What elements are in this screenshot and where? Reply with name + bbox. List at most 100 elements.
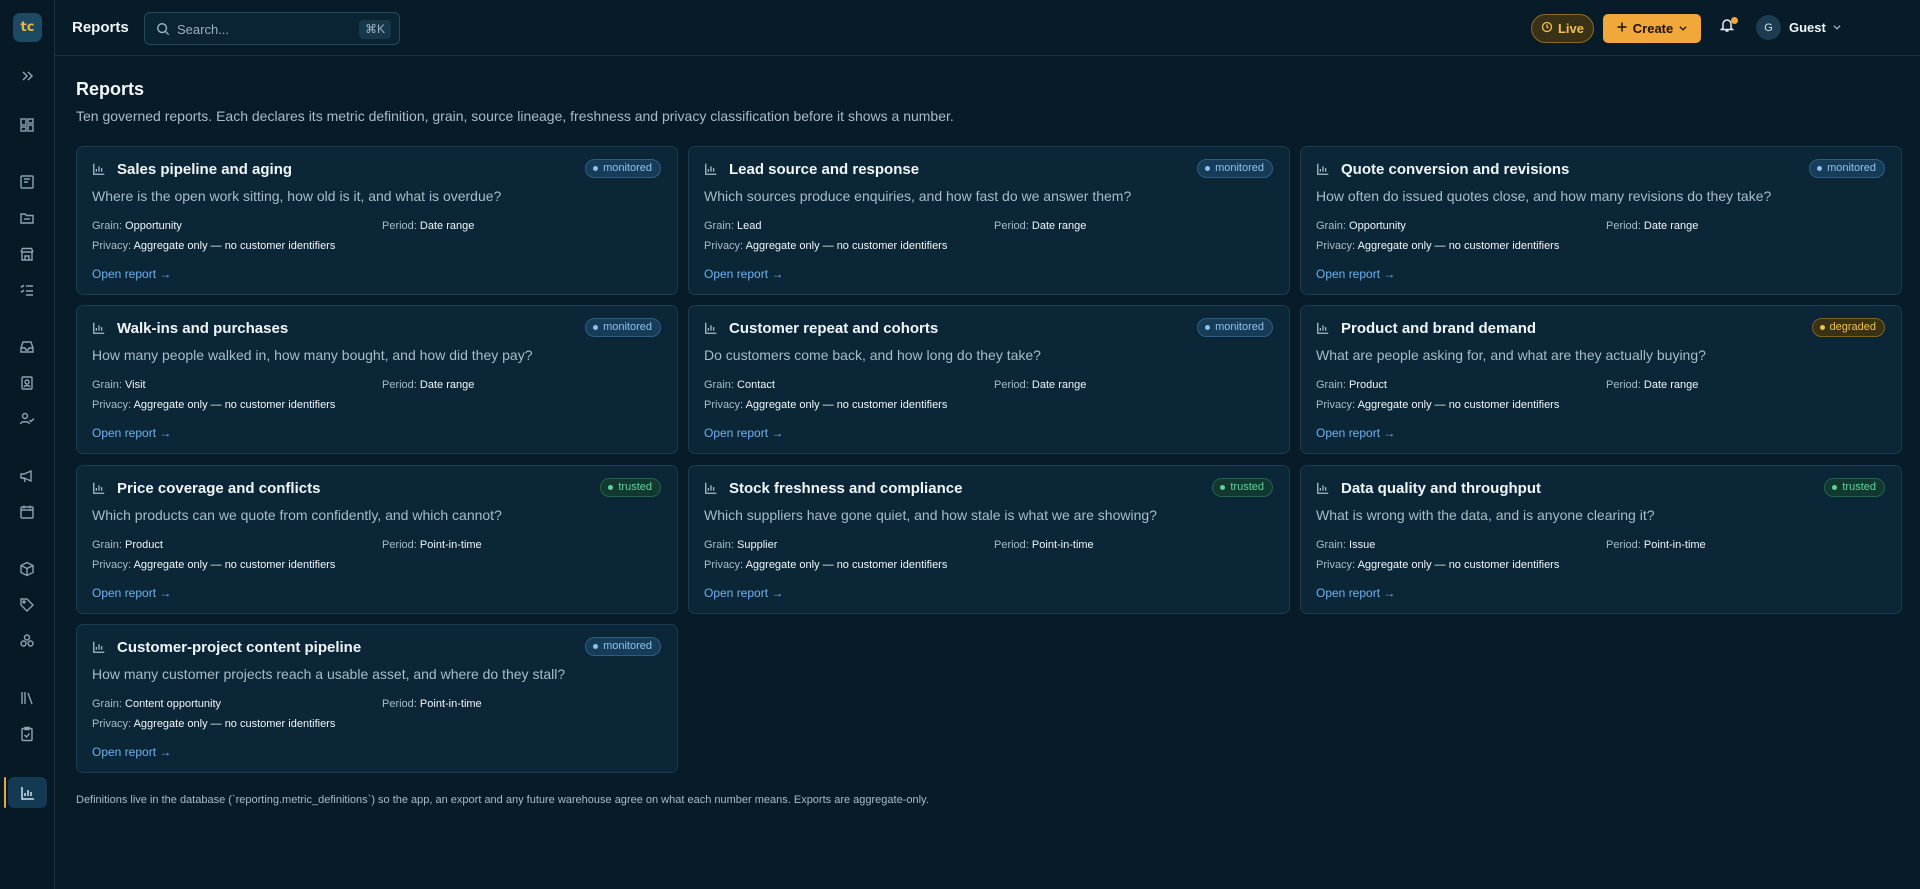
report-title: Product and brand demand — [1341, 320, 1537, 337]
open-report-link[interactable]: Open report → — [92, 267, 171, 281]
report-card[interactable]: Customer repeat and cohorts monitored Do c… — [688, 305, 1290, 454]
period-value: Date range — [419, 379, 475, 391]
board-icon[interactable] — [16, 171, 38, 193]
report-card[interactable]: Price coverage and conflicts trusted Which… — [76, 465, 678, 614]
user-check-icon[interactable] — [16, 408, 38, 430]
privacy-label: Privacy: — [92, 718, 132, 730]
period-field: Period: Point-in-time — [994, 539, 1094, 551]
store-icon[interactable] — [16, 243, 38, 265]
status-badge: trusted — [600, 478, 661, 497]
open-report-link[interactable]: Open report → — [92, 745, 171, 759]
bar-chart-icon — [92, 640, 106, 657]
bar-chart-icon — [704, 162, 718, 179]
grain-value: Opportunity — [1349, 220, 1406, 232]
grain-label: Grain: — [1316, 539, 1346, 551]
open-report-link[interactable]: Open report → — [1316, 426, 1395, 440]
status-badge: trusted — [1212, 478, 1273, 497]
sidebar: tc — [0, 0, 55, 889]
grain-label: Grain: — [92, 539, 122, 551]
report-question: How often do issued quotes close, and ho… — [1316, 188, 1772, 204]
grain-value: Product — [1349, 379, 1387, 391]
report-card[interactable]: Customer-project content pipeline monitor… — [76, 624, 678, 773]
bar-chart-icon[interactable] — [8, 777, 47, 808]
dashboard-icon[interactable] — [16, 114, 38, 136]
privacy-value: Aggregate only — no customer identifiers — [745, 399, 948, 411]
live-status-icon — [1541, 21, 1553, 36]
status-badge: monitored — [585, 159, 661, 178]
report-card[interactable]: Data quality and throughput trusted What i… — [1300, 465, 1902, 614]
footnote: Definitions live in the database (`repor… — [76, 794, 929, 806]
page-title: Reports — [76, 79, 145, 99]
grain-field: Grain: Issue — [1316, 539, 1375, 551]
cluster-icon[interactable] — [16, 630, 38, 652]
period-label: Period: — [1606, 539, 1641, 551]
bar-chart-icon — [1316, 481, 1330, 498]
megaphone-icon[interactable] — [16, 465, 38, 487]
privacy-label: Privacy: — [704, 559, 744, 571]
grain-field: Grain: Visit — [92, 379, 146, 391]
report-card[interactable]: Product and brand demand degraded What are… — [1300, 305, 1902, 454]
report-card[interactable]: Stock freshness and compliance trusted Whi… — [688, 465, 1290, 614]
grain-field: Grain: Lead — [704, 220, 762, 232]
create-button[interactable]: Create — [1603, 14, 1701, 43]
bar-chart-icon — [92, 162, 106, 179]
period-label: Period: — [994, 379, 1029, 391]
open-report-link[interactable]: Open report → — [704, 586, 783, 600]
app-logo[interactable]: tc — [13, 13, 42, 42]
open-report-link[interactable]: Open report → — [1316, 267, 1395, 281]
inbox-icon[interactable] — [16, 336, 38, 358]
report-card[interactable]: Quote conversion and revisions monitored H… — [1300, 146, 1902, 295]
privacy-field: Privacy: Aggregate only — no customer id… — [92, 559, 335, 571]
privacy-value: Aggregate only — no customer identifiers — [1357, 240, 1560, 252]
package-icon[interactable] — [16, 558, 38, 580]
grain-field: Grain: Content opportunity — [92, 698, 221, 710]
search-input[interactable]: Search... ⌘K — [144, 12, 400, 45]
contact-card-icon[interactable] — [16, 372, 38, 394]
open-report-link[interactable]: Open report → — [1316, 586, 1395, 600]
privacy-value: Aggregate only — no customer identifiers — [133, 718, 336, 730]
period-label: Period: — [382, 698, 417, 710]
privacy-value: Aggregate only — no customer identifiers — [1357, 399, 1560, 411]
grain-field: Grain: Opportunity — [1316, 220, 1406, 232]
status-badge: monitored — [585, 318, 661, 337]
report-card[interactable]: Walk-ins and purchases monitored How many … — [76, 305, 678, 454]
user-name[interactable]: Guest — [1789, 20, 1826, 35]
report-card[interactable]: Sales pipeline and aging monitored Where i… — [76, 146, 678, 295]
chevrons-right-icon[interactable] — [16, 65, 38, 87]
report-title: Quote conversion and revisions — [1341, 161, 1570, 178]
period-value: Point-in-time — [1031, 539, 1094, 551]
report-title: Customer repeat and cohorts — [729, 320, 939, 337]
grain-label: Grain: — [92, 220, 122, 232]
privacy-label: Privacy: — [704, 240, 744, 252]
checklist-icon[interactable] — [16, 279, 38, 301]
chevron-down-icon[interactable] — [1832, 20, 1842, 35]
library-icon[interactable] — [16, 687, 38, 709]
report-question: Where is the open work sitting, how old … — [92, 188, 502, 204]
tag-icon[interactable] — [16, 594, 38, 616]
status-badge: monitored — [1197, 159, 1273, 178]
grain-value: Contact — [737, 379, 775, 391]
open-report-link[interactable]: Open report → — [704, 267, 783, 281]
grain-label: Grain: — [92, 698, 122, 710]
period-label: Period: — [1606, 220, 1641, 232]
privacy-label: Privacy: — [1316, 559, 1356, 571]
grain-label: Grain: — [1316, 379, 1346, 391]
open-report-link[interactable]: Open report → — [704, 426, 783, 440]
report-title: Sales pipeline and aging — [117, 161, 293, 178]
avatar[interactable]: G — [1756, 15, 1781, 40]
report-title: Data quality and throughput — [1341, 480, 1541, 497]
period-field: Period: Date range — [382, 379, 474, 391]
clipboard-check-icon[interactable] — [16, 723, 38, 745]
period-label: Period: — [994, 220, 1029, 232]
folder-icon[interactable] — [16, 207, 38, 229]
open-report-link[interactable]: Open report → — [92, 426, 171, 440]
bar-chart-icon — [704, 481, 718, 498]
report-question: Which products can we quote from confide… — [92, 507, 502, 523]
grain-value: Content opportunity — [125, 698, 222, 710]
report-card[interactable]: Lead source and response monitored Which s… — [688, 146, 1290, 295]
report-question: How many people walked in, how many boug… — [92, 347, 533, 363]
status-badge: trusted — [1824, 478, 1885, 497]
calendar-icon[interactable] — [16, 501, 38, 523]
live-button[interactable]: Live — [1531, 14, 1594, 43]
open-report-link[interactable]: Open report → — [92, 586, 171, 600]
